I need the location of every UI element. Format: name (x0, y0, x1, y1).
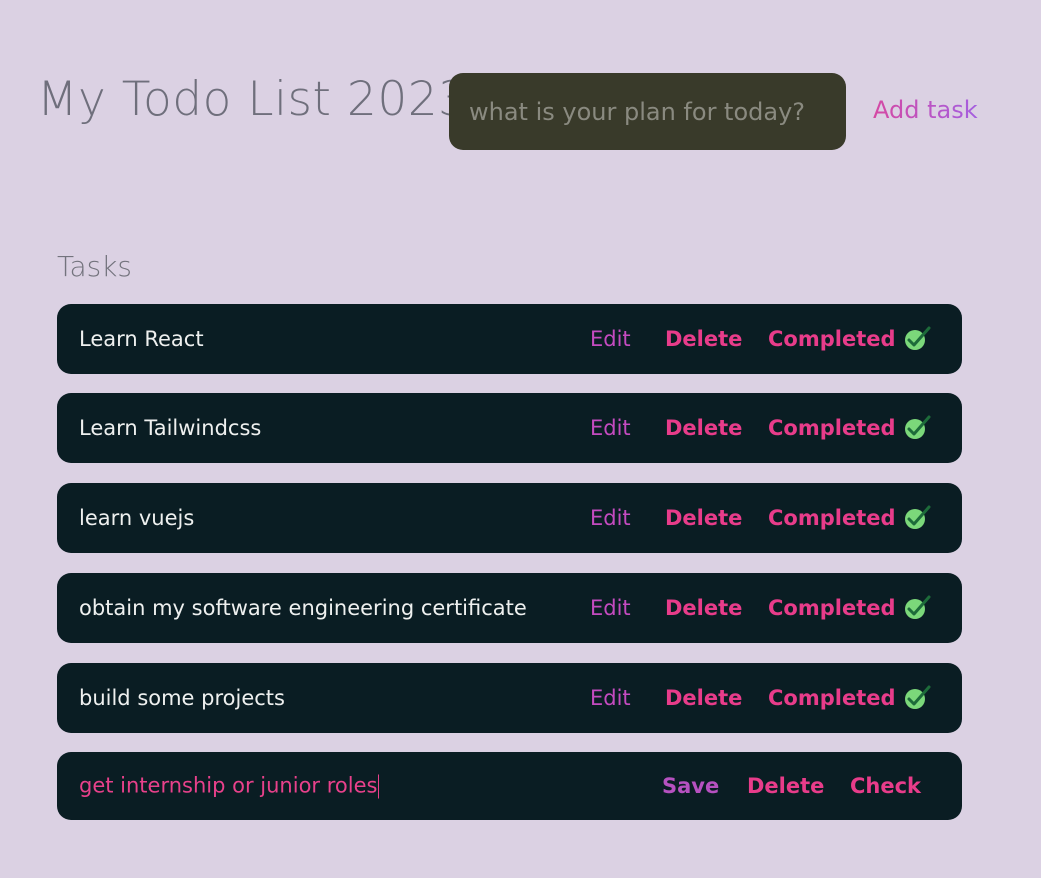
task-row-editing: get internship or junior roles Save Dele… (57, 752, 962, 820)
delete-button[interactable]: Delete (665, 686, 742, 710)
delete-button[interactable]: Delete (665, 327, 742, 351)
completed-button[interactable]: Completed (768, 506, 896, 530)
edit-button[interactable]: Edit (590, 327, 631, 351)
task-text: obtain my software engineering certifica… (79, 596, 527, 620)
completed-button[interactable]: Completed (768, 416, 896, 440)
checkmark-circle-icon (905, 415, 931, 439)
task-text: build some projects (79, 686, 285, 710)
add-task-button[interactable]: Add task (873, 96, 978, 124)
task-edit-field[interactable]: get internship or junior roles (79, 773, 380, 799)
delete-button[interactable]: Delete (665, 506, 742, 530)
text-caret (378, 774, 380, 799)
task-text: Learn Tailwindcss (79, 416, 262, 440)
task-text: Learn React (79, 327, 204, 351)
completed-button[interactable]: Completed (768, 686, 896, 710)
edit-button[interactable]: Edit (590, 416, 631, 440)
delete-button[interactable]: Delete (747, 774, 824, 798)
task-row: obtain my software engineering certifica… (57, 573, 962, 643)
completed-button[interactable]: Completed (768, 596, 896, 620)
checkmark-circle-icon (905, 326, 931, 350)
task-input[interactable] (449, 73, 846, 150)
save-button[interactable]: Save (662, 774, 719, 798)
page-title: My Todo List 2023 (37, 72, 469, 127)
task-row: build some projects Edit Delete Complete… (57, 663, 962, 733)
checkmark-circle-icon (905, 595, 931, 619)
delete-button[interactable]: Delete (665, 416, 742, 440)
task-text: learn vuejs (79, 506, 195, 530)
task-row: Learn React Edit Delete Completed (57, 304, 962, 374)
check-button[interactable]: Check (850, 774, 921, 798)
task-row: Learn Tailwindcss Edit Delete Completed (57, 393, 962, 463)
completed-button[interactable]: Completed (768, 327, 896, 351)
task-edit-text: get internship or junior roles (79, 773, 378, 798)
tasks-heading: Tasks (57, 250, 133, 283)
checkmark-circle-icon (905, 505, 931, 529)
edit-button[interactable]: Edit (590, 686, 631, 710)
task-row: learn vuejs Edit Delete Completed (57, 483, 962, 553)
checkmark-circle-icon (905, 685, 931, 709)
delete-button[interactable]: Delete (665, 596, 742, 620)
edit-button[interactable]: Edit (590, 506, 631, 530)
edit-button[interactable]: Edit (590, 596, 631, 620)
